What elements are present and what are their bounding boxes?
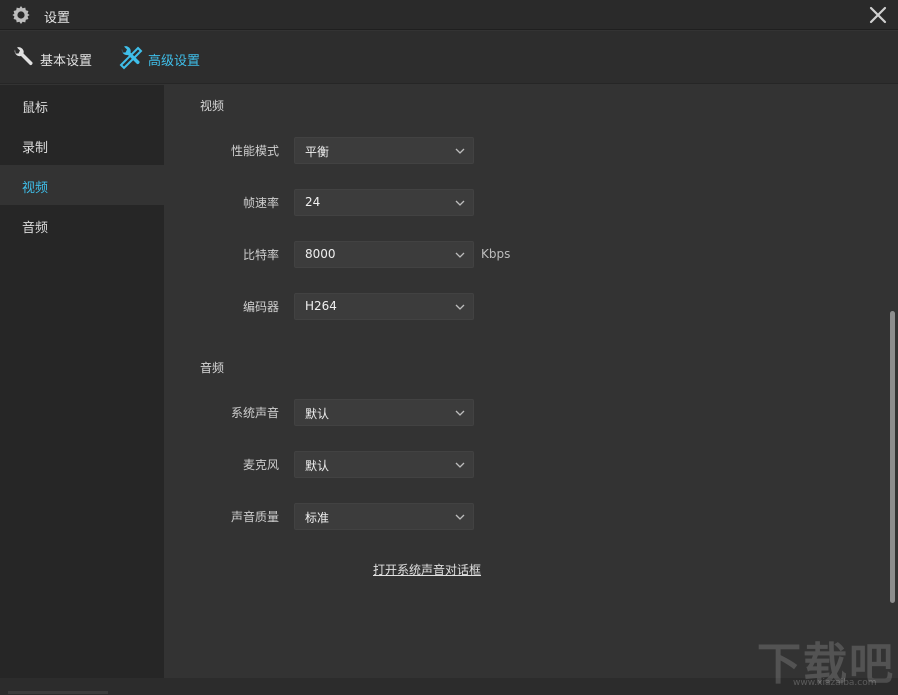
chevron-down-icon xyxy=(455,304,465,310)
watermark: 下载吧 www.xiazaiba.com xyxy=(755,628,895,695)
chevron-down-icon xyxy=(455,514,465,520)
framerate-row: 帧速率 24 xyxy=(164,189,764,216)
chevron-down-icon xyxy=(455,200,465,206)
framerate-select[interactable]: 24 xyxy=(294,189,474,216)
sidebar-item-label: 鼠标 xyxy=(22,101,49,116)
tab-basic-settings-label: 基本设置 xyxy=(40,54,93,69)
sidebar: 鼠标 录制 视频 音频 xyxy=(0,85,164,695)
scrollbar[interactable] xyxy=(887,85,898,678)
chevron-down-icon xyxy=(455,410,465,416)
microphone-value: 默认 xyxy=(305,459,330,473)
bitrate-unit: Kbps xyxy=(481,247,511,261)
settings-window: 设置 基本设置 高级设置 鼠标 录制 视频 音频 视频 性能模式 平衡 帧速率 … xyxy=(0,0,898,695)
wrench-icon xyxy=(14,47,33,66)
encoder-row: 编码器 H264 xyxy=(164,293,764,320)
encoder-value: H264 xyxy=(305,299,337,313)
tab-advanced-settings[interactable]: 高级设置 xyxy=(110,31,220,84)
bitrate-select[interactable]: 8000 xyxy=(294,241,474,268)
chevron-down-icon xyxy=(455,252,465,258)
system-sound-row: 系统声音 默认 xyxy=(164,399,764,426)
sidebar-item-recording[interactable]: 录制 xyxy=(0,125,164,165)
watermark-site: www.xiazaiba.com xyxy=(793,678,877,688)
window-title: 设置 xyxy=(44,11,71,26)
audio-section-title: 音频 xyxy=(200,361,225,375)
chevron-down-icon xyxy=(455,462,465,468)
sound-quality-label: 声音质量 xyxy=(230,510,279,524)
sidebar-item-label: 录制 xyxy=(22,141,49,156)
framerate-label: 帧速率 xyxy=(242,196,279,210)
sidebar-item-audio[interactable]: 音频 xyxy=(0,205,164,245)
gear-icon xyxy=(12,6,30,24)
sidebar-item-mouse[interactable]: 鼠标 xyxy=(0,85,164,125)
bitrate-label: 比特率 xyxy=(242,248,279,262)
performance-mode-row: 性能模式 平衡 xyxy=(164,137,764,164)
tab-basic-settings[interactable]: 基本设置 xyxy=(0,31,110,84)
scrollbar-thumb[interactable] xyxy=(890,311,895,603)
microphone-label: 麦克风 xyxy=(242,458,279,472)
resize-handle xyxy=(8,691,108,694)
video-section-title: 视频 xyxy=(200,99,225,113)
system-sound-label: 系统声音 xyxy=(230,406,279,420)
sound-quality-row: 声音质量 标准 xyxy=(164,503,764,530)
title-bar[interactable]: 设置 xyxy=(0,0,898,30)
open-sound-dialog-link[interactable]: 打开系统声音对话框 xyxy=(373,561,481,578)
encoder-label: 编码器 xyxy=(242,300,279,314)
sound-quality-value: 标准 xyxy=(305,511,330,525)
settings-content: 视频 性能模式 平衡 帧速率 24 比特率 8000 Kbps 编码器 H264… xyxy=(164,85,898,678)
microphone-row: 麦克风 默认 xyxy=(164,451,764,478)
sidebar-item-label: 视频 xyxy=(22,181,49,196)
bitrate-value: 8000 xyxy=(305,247,336,261)
performance-mode-value: 平衡 xyxy=(305,145,330,159)
bitrate-row: 比特率 8000 Kbps xyxy=(164,241,764,268)
chevron-down-icon xyxy=(455,148,465,154)
tools-icon xyxy=(119,46,143,70)
framerate-value: 24 xyxy=(305,195,321,209)
encoder-select[interactable]: H264 xyxy=(294,293,474,320)
tab-advanced-settings-label: 高级设置 xyxy=(148,54,201,69)
settings-tabs: 基本设置 高级设置 xyxy=(0,31,898,84)
performance-mode-label: 性能模式 xyxy=(230,144,279,158)
sidebar-item-label: 音频 xyxy=(22,221,49,236)
system-sound-select[interactable]: 默认 xyxy=(294,399,474,426)
microphone-select[interactable]: 默认 xyxy=(294,451,474,478)
performance-mode-select[interactable]: 平衡 xyxy=(294,137,474,164)
system-sound-value: 默认 xyxy=(305,407,330,421)
sidebar-item-video[interactable]: 视频 xyxy=(0,165,164,205)
close-icon[interactable] xyxy=(867,4,889,26)
sound-quality-select[interactable]: 标准 xyxy=(294,503,474,530)
